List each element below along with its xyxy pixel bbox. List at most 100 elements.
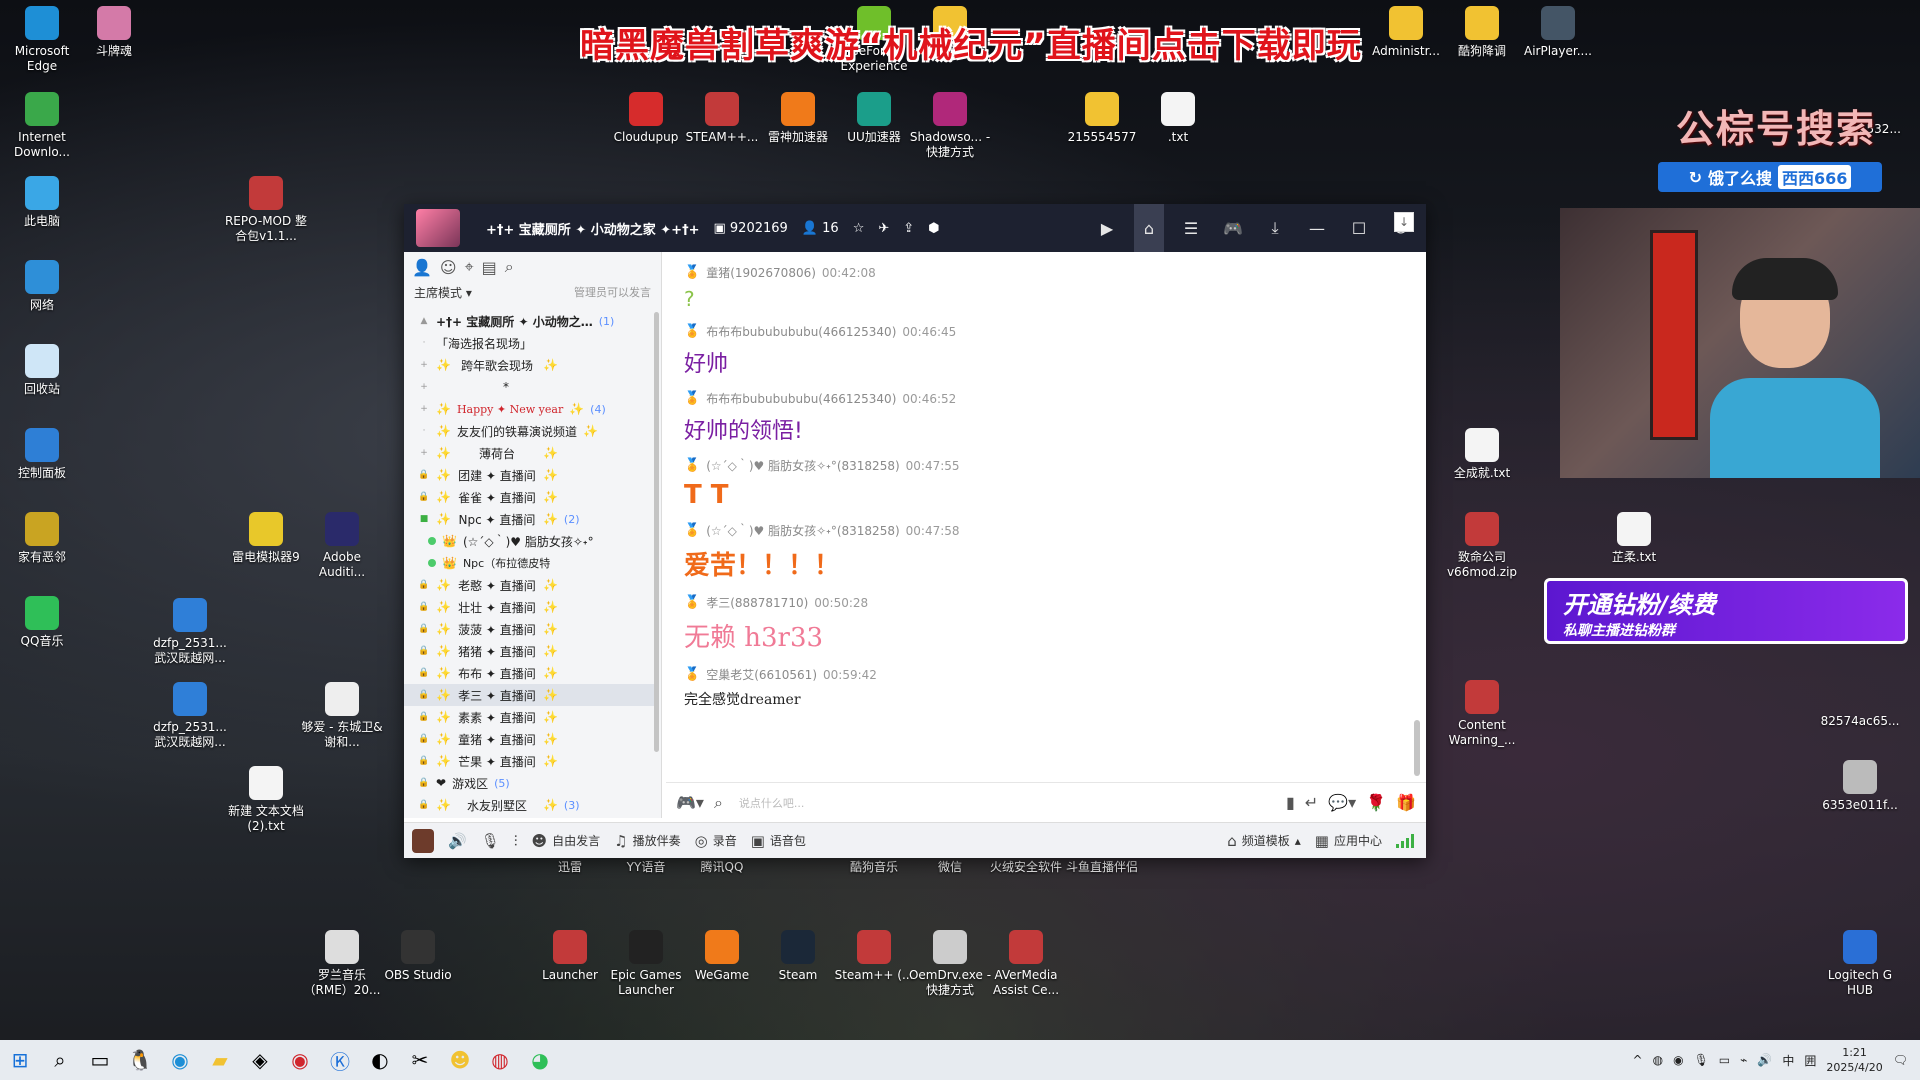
desktop-icon-leishen[interactable]: 雷神加速器 xyxy=(756,92,840,145)
enter-icon[interactable]: ↵ xyxy=(1305,793,1318,812)
channel-row[interactable]: + ✨ 跨年歌会现场 ✨ xyxy=(404,354,654,376)
desktop-icon-6353[interactable]: 6353e011f... xyxy=(1818,760,1902,813)
channel-row[interactable]: 🔒 ✨ 童猪 ✦ 直播间 ✨ xyxy=(404,728,654,750)
channel-row[interactable]: 🔒 ✨ 壮壮 ✦ 直播间 ✨ xyxy=(404,596,654,618)
file-explorer-icon[interactable]: ▰ xyxy=(200,1040,240,1080)
kugou-icon[interactable]: Ⓚ xyxy=(320,1040,360,1080)
desktop-icon-wechat[interactable]: 微信 xyxy=(908,860,992,875)
gamepad-icon[interactable]: 🎮▾ xyxy=(676,793,704,812)
desktop-icon-steampp2[interactable]: Steam++ (... xyxy=(832,930,916,983)
desktop-icon-kugou-pitch[interactable]: 酷狗降调 xyxy=(1440,6,1524,59)
capcut-icon[interactable]: ✂ xyxy=(400,1040,440,1080)
notification-icon[interactable]: 🗨 xyxy=(1893,1053,1908,1067)
channel-list-scrollbar[interactable] xyxy=(654,312,659,752)
mode-select[interactable]: 主席模式 ▾ xyxy=(414,284,472,301)
channel-user-row[interactable]: 👑 (☆´◇｀)♥ 脂肪女孩✧˖° xyxy=(404,530,654,552)
channel-user-row[interactable]: 👑 Npc（布拉德皮特 xyxy=(404,552,654,574)
desktop-icon-oemdrv[interactable]: OemDrv.exe - 快捷方式 xyxy=(908,930,992,998)
desktop-icon-ghub[interactable]: Logitech G HUB xyxy=(1818,930,1902,998)
desktop-icon-xunlei[interactable]: 迅雷 xyxy=(528,860,612,875)
chat-message-user[interactable]: 孝三(888781710) xyxy=(706,594,808,611)
friends-icon[interactable]: ☺ xyxy=(440,258,457,277)
volume-icon[interactable]: 🔊 xyxy=(1757,1053,1772,1067)
chat-message-user[interactable]: (☆´◇｀)♥ 脂肪女孩✧˖°(8318258) xyxy=(706,522,899,539)
gift-icon[interactable]: 🎁 xyxy=(1396,793,1416,812)
channel-row[interactable]: 🔒 ✨ 芒果 ✦ 直播间 ✨ xyxy=(404,750,654,772)
desktop-icon-yy[interactable]: YY语音 xyxy=(604,860,688,875)
chevron-up-icon[interactable]: ^ xyxy=(1633,1053,1643,1067)
channel-row[interactable]: 🔒 ✨ 雀雀 ✦ 直播间 ✨ xyxy=(404,486,654,508)
desktop-icon-zhirou[interactable]: 芷柔.txt xyxy=(1592,512,1676,565)
desktop-icon-dzfp1[interactable]: dzfp_2531... 武汉既越网... xyxy=(148,598,232,666)
video-icon[interactable]: ▶ xyxy=(1092,213,1122,243)
chat-message-user[interactable]: 空巢老艾(6610561) xyxy=(706,666,817,683)
favorite-icon[interactable]: ☆ xyxy=(853,221,865,236)
chat-input[interactable]: 说点什么吧... xyxy=(733,795,1276,811)
gamepad-icon[interactable]: 🎮 xyxy=(1218,213,1248,243)
ime-indicator[interactable]: 中 xyxy=(1782,1052,1794,1069)
desktop-icon-song[interactable]: 够爱 - 东城卫&谢和... xyxy=(300,682,384,750)
desktop-icon-qq[interactable]: 腾讯QQ xyxy=(680,860,764,875)
location-icon[interactable]: ⌖ xyxy=(465,257,474,277)
douyu-icon[interactable]: ◍ xyxy=(480,1040,520,1080)
desktop-icon-launcher[interactable]: Launcher xyxy=(528,930,612,983)
clock[interactable]: 1:21 2025/4/20 xyxy=(1826,1045,1882,1075)
message-bubble-icon[interactable]: 💬▾ xyxy=(1328,793,1356,812)
desktop-icon-network[interactable]: 网络 xyxy=(0,260,84,313)
desktop-icon-douyu[interactable]: 斗鱼直播伴侣 xyxy=(1060,860,1144,875)
desktop-icon-shadowsocks[interactable]: Shadowso... - 快捷方式 xyxy=(908,92,992,160)
desktop-icon-huorong[interactable]: 火绒安全软件 xyxy=(984,860,1068,875)
windows-start-icon[interactable]: ⊞ xyxy=(0,1040,40,1080)
channel-row[interactable]: + * xyxy=(404,376,654,398)
chat-message-user[interactable]: 童猪(1902670806) xyxy=(706,264,816,281)
channel-row[interactable]: 🔒 ✨ 水友别墅区 ✨ (3) xyxy=(404,794,654,814)
channel-row[interactable]: 🔒 ❤ 游戏区 (5) xyxy=(404,772,654,794)
microphone-icon[interactable]: 🎙 xyxy=(481,832,500,850)
desktop-icon-steam[interactable]: Steam xyxy=(756,930,840,983)
flower-icon[interactable]: 🌹 xyxy=(1366,793,1386,812)
channel-row[interactable]: · ✨ 友友们的铁幕演说频道 ✨ xyxy=(404,420,654,442)
share-icon[interactable]: ⇪ xyxy=(903,221,914,236)
channel-row[interactable]: · 「海选报名现场」 xyxy=(404,332,654,354)
minimize-icon[interactable]: — xyxy=(1302,213,1332,243)
download-icon[interactable]: ⤓ xyxy=(1260,213,1290,243)
channel-row[interactable]: 🔒 ✨ 布布 ✦ 直播间 ✨ xyxy=(404,662,654,684)
netease-music-icon[interactable]: ◉ xyxy=(280,1040,320,1080)
maximize-icon[interactable]: ☐ xyxy=(1344,213,1374,243)
desktop-icon-control-panel[interactable]: 控制面板 xyxy=(0,428,84,481)
my-avatar[interactable] xyxy=(412,828,434,853)
task-view-icon[interactable]: ▭ xyxy=(80,1040,120,1080)
channel-row[interactable]: 🔒 ✨ 菠菠 ✦ 直播间 ✨ xyxy=(404,618,654,640)
plane-icon[interactable]: ✈ xyxy=(878,221,889,236)
search-icon[interactable]: ⌕ xyxy=(40,1040,80,1080)
translate-icon[interactable]: ⌕ xyxy=(714,793,723,813)
desktop-icon-kugou[interactable]: 酷狗音乐 xyxy=(832,860,916,875)
equalizer-icon[interactable]: ⫶ xyxy=(514,832,518,850)
desktop-icon-qqmusic[interactable]: QQ音乐 xyxy=(0,596,84,649)
edge-icon[interactable]: ◉ xyxy=(160,1040,200,1080)
chat-message-user[interactable]: 布布布bububububu(466125340) xyxy=(706,323,896,340)
desktop-icon-cloudupup[interactable]: Cloudupup xyxy=(604,92,688,145)
ime-mode-icon[interactable]: 囲 xyxy=(1804,1052,1816,1069)
qqmusic-icon[interactable]: ◕ xyxy=(520,1040,560,1080)
desktop-icon-wegame[interactable]: WeGame xyxy=(680,930,764,983)
desktop-icon-uu[interactable]: UU加速器 xyxy=(832,92,916,145)
display-icon[interactable]: ▭ xyxy=(1719,1053,1730,1067)
channel-row[interactable]: 🔒 ✨ 团建 ✦ 直播间 ✨ xyxy=(404,464,654,486)
desktop-icon-txt[interactable]: .txt xyxy=(1136,92,1220,145)
desktop-icon-ldplayer[interactable]: 雷电模拟器9 xyxy=(224,512,308,565)
tray-app-icon[interactable]: ◍ xyxy=(1653,1053,1663,1067)
microphone-icon[interactable]: 🎙 xyxy=(1694,1053,1709,1067)
desktop-icon-doupaihun[interactable]: 斗牌魂 xyxy=(72,6,156,59)
app-icon[interactable]: ◈ xyxy=(240,1040,280,1080)
desktop-icon-recycle[interactable]: 回收站 xyxy=(0,344,84,397)
desktop-icon-steampp[interactable]: STEAM++... xyxy=(680,92,764,145)
shield-icon[interactable]: ⬢ xyxy=(928,221,939,236)
qq-icon[interactable]: 🐧 xyxy=(120,1040,160,1080)
chat-message-user[interactable]: 布布布bububububu(466125340) xyxy=(706,390,896,407)
desktop-icon-idm[interactable]: Internet Downlo... xyxy=(0,92,84,160)
record-button[interactable]: ◎ 录音 xyxy=(695,832,737,850)
channel-row-selected[interactable]: 🔒 ✨ 孝三 ✦ 直播间 ✨ xyxy=(404,684,654,706)
desktop-icon-82574[interactable]: 82574ac65... xyxy=(1818,714,1902,729)
app-center-button[interactable]: ▦ 应用中心 xyxy=(1315,832,1382,850)
